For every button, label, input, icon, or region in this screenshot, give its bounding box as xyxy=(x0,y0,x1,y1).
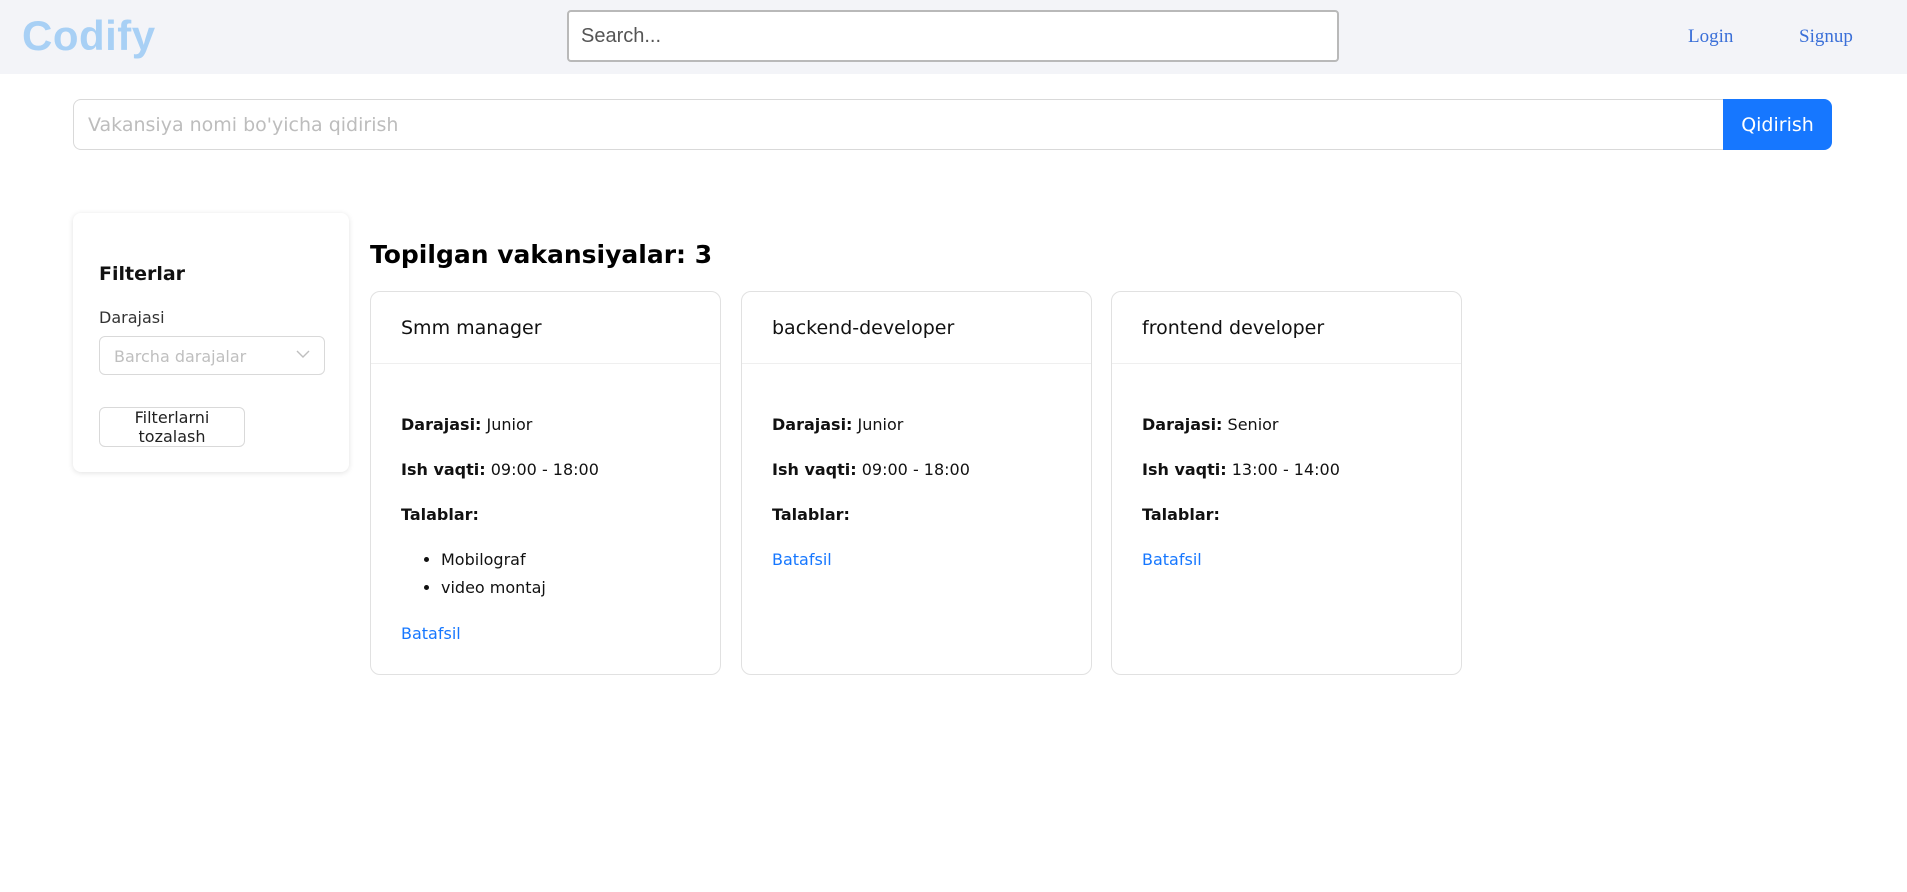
vacancy-card-header: Smm manager xyxy=(371,292,720,364)
level-value: Junior xyxy=(486,415,533,434)
clear-filters-button[interactable]: Filterlarni tozalash xyxy=(99,407,245,447)
level-value: Senior xyxy=(1227,415,1279,434)
level-label: Darajasi: xyxy=(401,415,482,434)
filters-panel: Filterlar Darajasi Barcha darajalar Filt… xyxy=(73,213,349,472)
vacancy-requirements-label: Talablar: xyxy=(1142,505,1220,524)
requirement-item: Mobilograf xyxy=(441,550,546,578)
vacancy-level: Darajasi: Junior xyxy=(772,415,903,434)
vacancy-level: Darajasi: Senior xyxy=(1142,415,1279,434)
work-time-value: 09:00 - 18:00 xyxy=(490,460,599,479)
vacancy-search-bar: Qidirish xyxy=(73,99,1832,150)
vacancy-title: Smm manager xyxy=(401,317,542,339)
vacancy-card: backend-developer Darajasi: Junior Ish v… xyxy=(741,291,1092,675)
results-count-title: Topilgan vakansiyalar: 3 xyxy=(370,240,713,269)
vacancy-details-link[interactable]: Batafsil xyxy=(1142,550,1202,569)
vacancy-requirements-label: Talablar: xyxy=(772,505,850,524)
requirements-list: Mobilograf video montaj xyxy=(421,550,546,606)
level-filter-label: Darajasi xyxy=(99,308,165,327)
level-value: Junior xyxy=(857,415,904,434)
filters-title: Filterlar xyxy=(99,263,186,285)
vacancy-requirements-label: Talablar: xyxy=(401,505,479,524)
vacancy-details-link[interactable]: Batafsil xyxy=(772,550,832,569)
vacancy-title: backend-developer xyxy=(772,317,955,339)
requirement-item: video montaj xyxy=(441,578,546,606)
vacancy-details-link[interactable]: Batafsil xyxy=(401,624,461,643)
global-search-input[interactable] xyxy=(567,10,1339,62)
vacancy-search-input[interactable] xyxy=(73,99,1725,150)
vacancy-card-header: backend-developer xyxy=(742,292,1091,364)
signup-link[interactable]: Signup xyxy=(1799,26,1853,48)
level-label: Darajasi: xyxy=(1142,415,1223,434)
vacancy-title: frontend developer xyxy=(1142,317,1325,339)
chevron-down-icon xyxy=(296,350,310,358)
level-filter-select[interactable]: Barcha darajalar xyxy=(99,336,325,375)
work-time-label: Ish vaqti: xyxy=(401,460,486,479)
vacancy-card: frontend developer Darajasi: Senior Ish … xyxy=(1111,291,1462,675)
work-time-label: Ish vaqti: xyxy=(772,460,857,479)
vacancy-level: Darajasi: Junior xyxy=(401,415,532,434)
work-time-label: Ish vaqti: xyxy=(1142,460,1227,479)
vacancy-work-time: Ish vaqti: 09:00 - 18:00 xyxy=(401,460,599,479)
work-time-value: 09:00 - 18:00 xyxy=(861,460,970,479)
vacancy-work-time: Ish vaqti: 13:00 - 14:00 xyxy=(1142,460,1340,479)
vacancy-search-button[interactable]: Qidirish xyxy=(1723,99,1832,150)
vacancy-work-time: Ish vaqti: 09:00 - 18:00 xyxy=(772,460,970,479)
vacancy-card: Smm manager Darajasi: Junior Ish vaqti: … xyxy=(370,291,721,675)
login-link[interactable]: Login xyxy=(1688,26,1733,48)
logo[interactable]: Codify xyxy=(22,12,156,60)
top-navbar: Codify Login Signup xyxy=(0,0,1907,74)
vacancy-card-header: frontend developer xyxy=(1112,292,1461,364)
level-filter-placeholder: Barcha darajalar xyxy=(114,347,247,366)
level-label: Darajasi: xyxy=(772,415,853,434)
work-time-value: 13:00 - 14:00 xyxy=(1231,460,1340,479)
